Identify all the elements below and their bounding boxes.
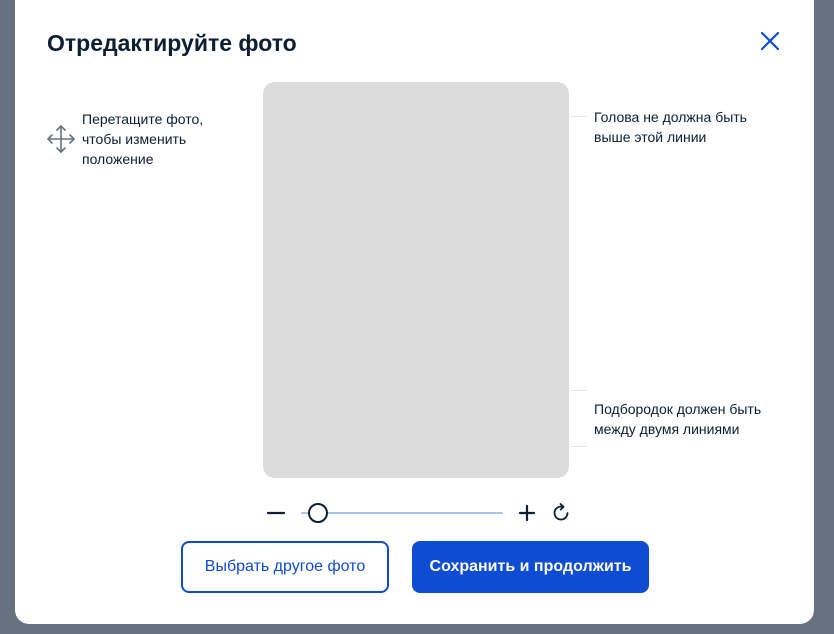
choose-other-photo-button[interactable]: Выбрать другое фото xyxy=(181,541,389,593)
dialog-title: Отредактируйте фото xyxy=(47,30,297,56)
zoom-controls xyxy=(265,498,575,526)
rotate-button[interactable] xyxy=(550,502,572,524)
head-line-hint: Голова не должна быть выше этой линии xyxy=(594,109,747,145)
save-and-continue-button[interactable]: Сохранить и продолжить xyxy=(412,541,649,593)
zoom-slider[interactable] xyxy=(301,502,503,524)
edit-photo-dialog: Отредактируйте фото Перетащите фото, что… xyxy=(15,0,814,624)
zoom-slider-thumb[interactable] xyxy=(308,503,329,523)
chin-guide-line-bottom xyxy=(571,446,587,447)
zoom-out-button[interactable] xyxy=(265,502,287,524)
move-icon xyxy=(47,125,75,153)
chin-guide-line-top xyxy=(571,390,587,391)
close-button[interactable] xyxy=(757,28,783,54)
close-icon xyxy=(760,31,780,51)
chin-line-hint: Подбородок должен быть между двумя линия… xyxy=(594,401,762,437)
minus-icon xyxy=(266,511,286,515)
zoom-slider-track xyxy=(301,512,503,514)
photo-crop-area[interactable] xyxy=(263,82,569,478)
plus-icon xyxy=(518,504,536,522)
head-guide-line xyxy=(571,116,587,117)
zoom-in-button[interactable] xyxy=(516,502,538,524)
drag-hint: Перетащите фото, чтобы изменить положени… xyxy=(82,111,204,167)
rotate-icon xyxy=(553,503,569,521)
